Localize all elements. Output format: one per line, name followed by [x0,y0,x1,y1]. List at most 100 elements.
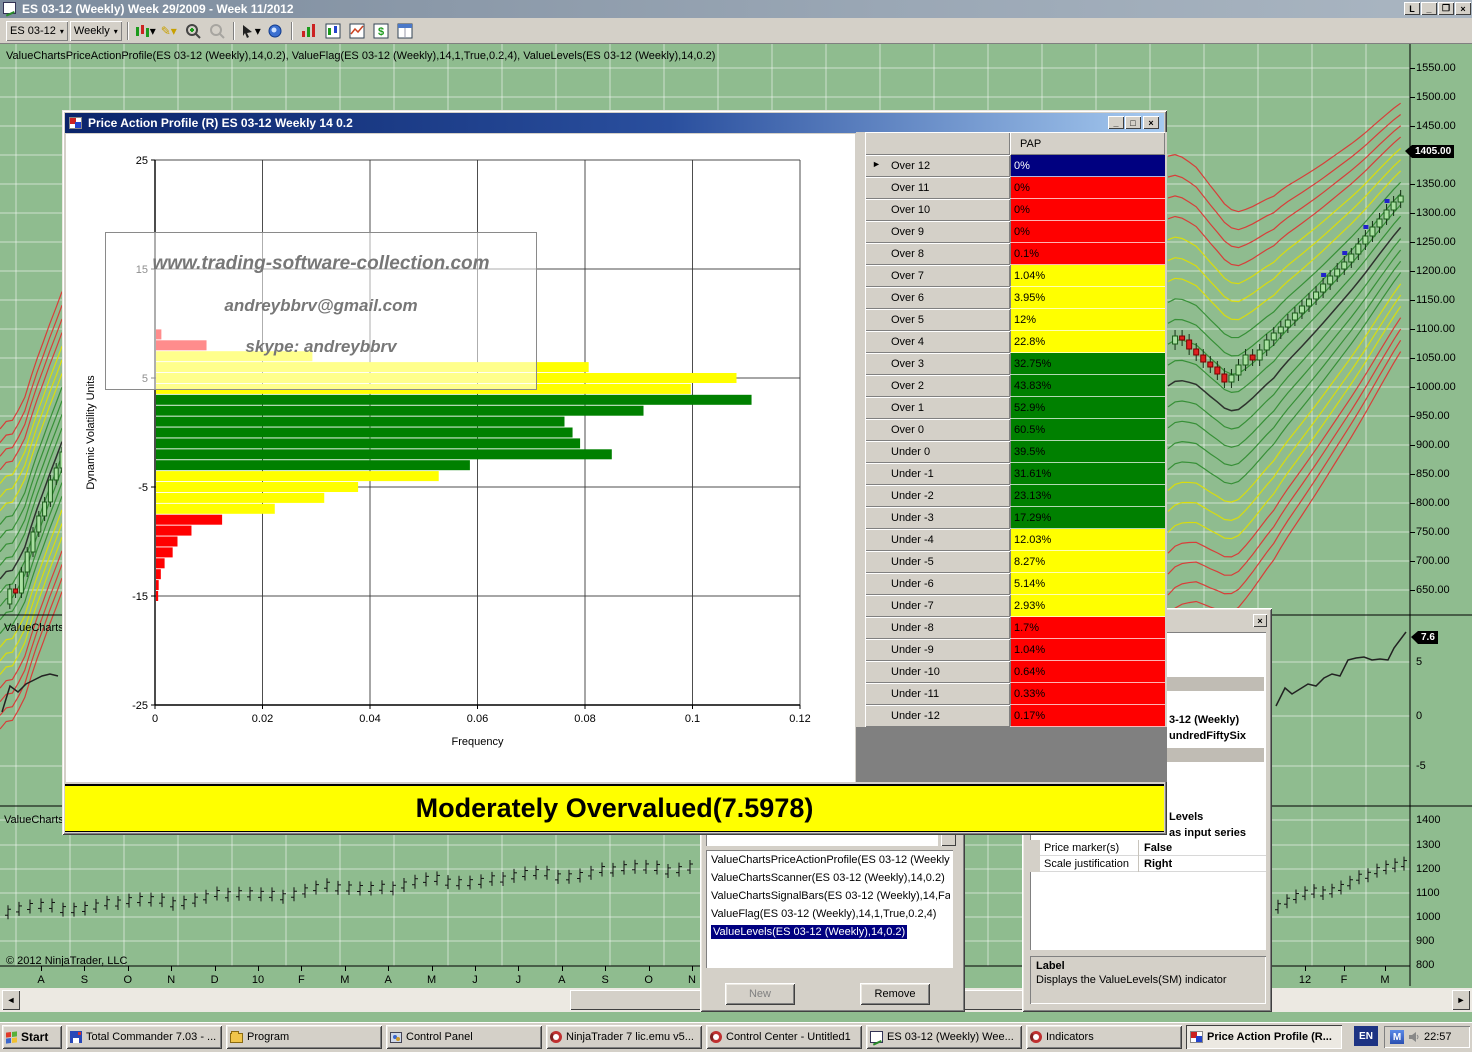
row-label[interactable]: Over 7 [865,265,1010,287]
row-value-cell[interactable]: 8.27% [1010,551,1165,573]
minimize-icon[interactable]: _ [1421,2,1437,15]
table-row[interactable]: Under 039.5% [865,441,1165,463]
instrument-dropdown[interactable]: ES 03-12 [6,21,68,41]
zoom-out-icon[interactable] [206,21,228,41]
row-label[interactable]: Over 11 [865,177,1010,199]
line-chart-icon[interactable] [346,21,368,41]
row-value-cell[interactable]: 60.5% [1010,419,1165,441]
table-row[interactable]: Under -412.03% [865,529,1165,551]
row-value-cell[interactable]: 12.03% [1010,529,1165,551]
row-value-cell[interactable]: 0% [1010,221,1165,243]
table-row[interactable]: Over 80.1% [865,243,1165,265]
row-label[interactable]: Over 9 [865,221,1010,243]
row-value-cell[interactable]: 2.93% [1010,595,1165,617]
table-row[interactable]: Under -120.17% [865,705,1165,727]
taskbar-button[interactable]: Control Center - Untitled1 [706,1025,862,1049]
row-value-cell[interactable]: 0.33% [1010,683,1165,705]
table-row[interactable]: Under -110.33% [865,683,1165,705]
row-value-cell[interactable]: 0.64% [1010,661,1165,683]
row-value-cell[interactable]: 39.5% [1010,441,1165,463]
interval-dropdown[interactable]: Weekly [70,21,122,41]
row-value-cell[interactable]: 3.95% [1010,287,1165,309]
taskbar-button[interactable]: NinjaTrader 7 lic.emu v5... [546,1025,702,1049]
row-value-cell[interactable]: 43.83% [1010,375,1165,397]
row-label[interactable]: Under -6 [865,573,1010,595]
table-row[interactable]: Over 100% [865,199,1165,221]
table-row[interactable]: Under -100.64% [865,661,1165,683]
table-row[interactable]: Over 63.95% [865,287,1165,309]
table-row[interactable]: Under -65.14% [865,573,1165,595]
row-label[interactable]: Over 6 [865,287,1010,309]
table-row[interactable]: Under -58.27% [865,551,1165,573]
row-label[interactable]: Under -9 [865,639,1010,661]
main-window-titlebar[interactable]: ES 03-12 (Weekly) Week 29/2009 - Week 11… [0,0,1472,18]
taskbar-button[interactable]: Program [226,1025,382,1049]
scroll-right-icon[interactable]: ► [1452,990,1470,1010]
table-row[interactable]: Under -91.04% [865,639,1165,661]
row-label[interactable]: Under -1 [865,463,1010,485]
row-label[interactable]: Over 5 [865,309,1010,331]
taskbar-button[interactable]: Price Action Profile (R... [1186,1025,1342,1049]
row-value-cell[interactable]: 0% [1010,155,1165,177]
row-label[interactable]: Under -8 [865,617,1010,639]
row-value-cell[interactable]: 1.04% [1010,639,1165,661]
list-item[interactable]: ValueLevels(ES 03-12 (Weekly),14,0.2) [710,924,950,942]
property-value[interactable]: False [1144,842,1172,854]
row-label[interactable]: Over 3 [865,353,1010,375]
row-label[interactable]: Over 12► [865,155,1010,177]
row-value-cell[interactable]: 0.17% [1010,705,1165,727]
table-row[interactable]: Over 060.5% [865,419,1165,441]
list-item[interactable]: ValueFlag(ES 03-12 (Weekly),14,1,True,0.… [710,906,950,924]
row-label[interactable]: Over 0 [865,419,1010,441]
dollar-icon[interactable]: $ [370,21,392,41]
row-value-cell[interactable]: 0% [1010,199,1165,221]
close-icon[interactable]: × [1253,614,1267,627]
close-icon[interactable]: × [1455,2,1471,15]
table-row[interactable]: Over 12►0% [865,155,1165,177]
new-button[interactable]: New [725,983,795,1005]
cursor-tool-icon[interactable]: ▾ [240,21,262,41]
table-row[interactable]: Under -317.29% [865,507,1165,529]
row-value-cell[interactable]: 12% [1010,309,1165,331]
language-indicator[interactable]: EN [1354,1026,1378,1046]
pap-table-header[interactable]: PAP [1010,132,1165,155]
draw-pencil-icon[interactable]: ✎▾ [158,21,180,41]
property-row[interactable]: Scale justification Right [1040,856,1266,872]
row-label[interactable]: Under -3 [865,507,1010,529]
candles-window-icon[interactable] [322,21,344,41]
row-label[interactable]: Under -7 [865,595,1010,617]
taskbar-button[interactable]: ES 03-12 (Weekly) Wee... [866,1025,1022,1049]
row-value-cell[interactable]: 0.1% [1010,243,1165,265]
row-value-cell[interactable]: 22.8% [1010,331,1165,353]
row-value-cell[interactable]: 31.61% [1010,463,1165,485]
list-item[interactable]: ValueChartsScanner(ES 03-12 (Weekly),14,… [710,870,950,888]
table-row[interactable]: Over 243.83% [865,375,1165,397]
zoom-in-icon[interactable] [182,21,204,41]
row-label[interactable]: Over 2 [865,375,1010,397]
row-value-cell[interactable]: 1.7% [1010,617,1165,639]
table-row[interactable]: Over 71.04% [865,265,1165,287]
row-value-cell[interactable]: 1.04% [1010,265,1165,287]
table-row[interactable]: Over 512% [865,309,1165,331]
taskbar-button[interactable]: Control Panel [386,1025,542,1049]
row-label[interactable]: Under -4 [865,529,1010,551]
data-box-icon[interactable] [264,21,286,41]
property-value[interactable]: Right [1144,858,1172,870]
row-value-cell[interactable]: 32.75% [1010,353,1165,375]
row-label[interactable]: Under -10 [865,661,1010,683]
messenger-tray-icon[interactable]: M [1390,1030,1404,1044]
restore-icon[interactable]: ❐ [1438,2,1454,15]
speaker-icon[interactable] [1408,1031,1420,1043]
row-label[interactable]: Over 4 [865,331,1010,353]
table-row[interactable]: Over 332.75% [865,353,1165,375]
indicators-listbox[interactable]: ValueChartsPriceActionProfile(ES 03-12 (… [706,850,953,968]
grid-panel-icon[interactable] [394,21,416,41]
chart-style-icon[interactable]: ▾ [134,21,156,41]
row-value-cell[interactable]: 23.13% [1010,485,1165,507]
row-value-cell[interactable]: 17.29% [1010,507,1165,529]
scroll-left-icon[interactable]: ◄ [2,990,20,1010]
row-value-cell[interactable]: 5.14% [1010,573,1165,595]
row-label[interactable]: Under -5 [865,551,1010,573]
row-label[interactable]: Over 8 [865,243,1010,265]
taskbar-button[interactable]: Total Commander 7.03 - ... [66,1025,222,1049]
